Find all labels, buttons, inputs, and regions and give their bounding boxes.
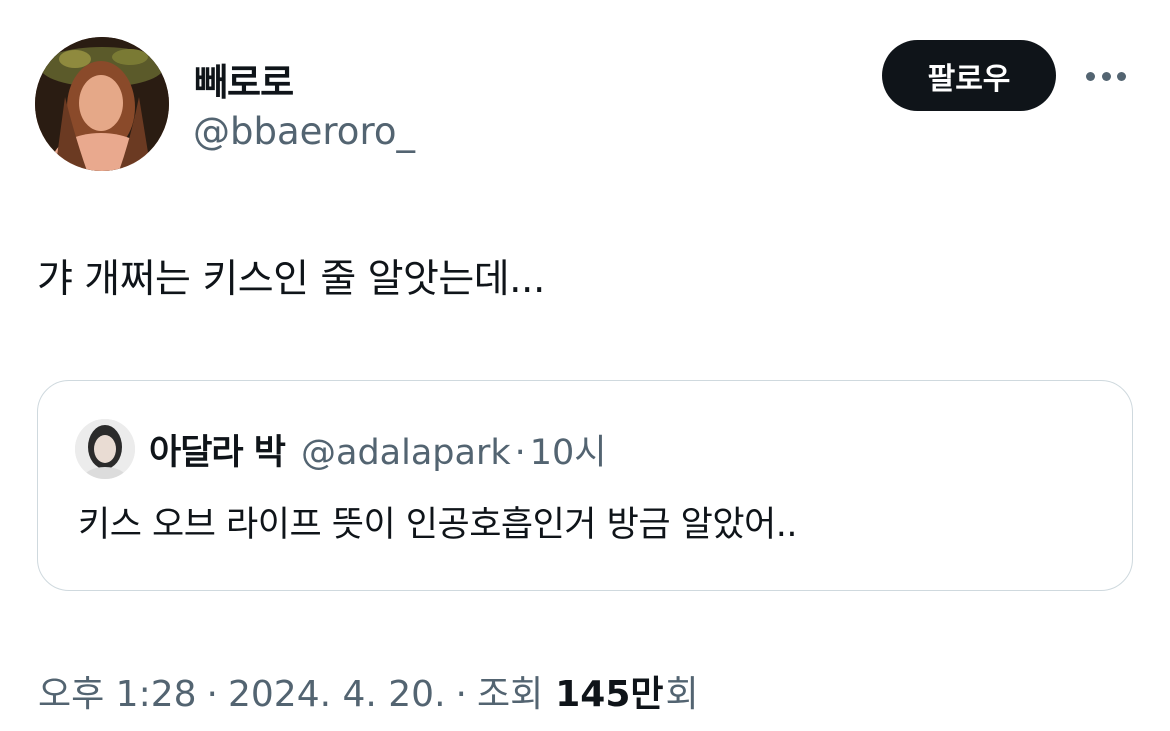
views-count[interactable]: 145만 [555,665,663,717]
more-icon[interactable] [1082,58,1130,94]
author-display-name[interactable]: 빼로로 [194,52,294,106]
quoted-separator: · [514,433,526,473]
more-dot [1117,71,1126,81]
author-handle[interactable]: @bbaeroro_ [193,110,415,153]
quoted-text: 키스 오브 라이프 뜻이 인공호흡인거 방금 알았어.. [78,505,798,545]
tweet-meta: 오후 1:28 · 2024. 4. 20. · 조회 145만 회 [38,665,699,717]
author-avatar[interactable] [35,37,169,171]
meta-separator: · [455,674,467,715]
quoted-header: 아달라 박 @adalapark · 10시 [149,424,607,475]
more-dot [1101,71,1111,81]
meta-separator: · [206,674,218,715]
tweet-time[interactable]: 오후 1:28 [38,665,197,717]
views-suffix: 회 [665,674,699,715]
tweet-text: 갸 개쩌는 키스인 줄 알앗는데... [37,257,545,302]
tweet-date[interactable]: 2024. 4. 20. [228,674,446,715]
avatar-photo [35,37,169,171]
more-dot [1086,71,1095,81]
views-label: 조회 [476,674,544,715]
quoted-tweet[interactable]: 아달라 박 @adalapark · 10시 키스 오브 라이프 뜻이 인공호흡… [37,380,1133,591]
quoted-display-name: 아달라 박 [149,433,286,473]
quoted-handle: @adalapark [301,433,511,473]
quoted-author-avatar [75,419,135,479]
quoted-avatar-photo [75,419,135,479]
follow-button[interactable]: 팔로우 [882,40,1056,111]
quoted-time: 10시 [529,433,607,473]
tweet-card: 빼로로 @bbaeroro_ 팔로우 갸 개쩌는 키스인 줄 알앗는데... 아… [0,0,1170,731]
